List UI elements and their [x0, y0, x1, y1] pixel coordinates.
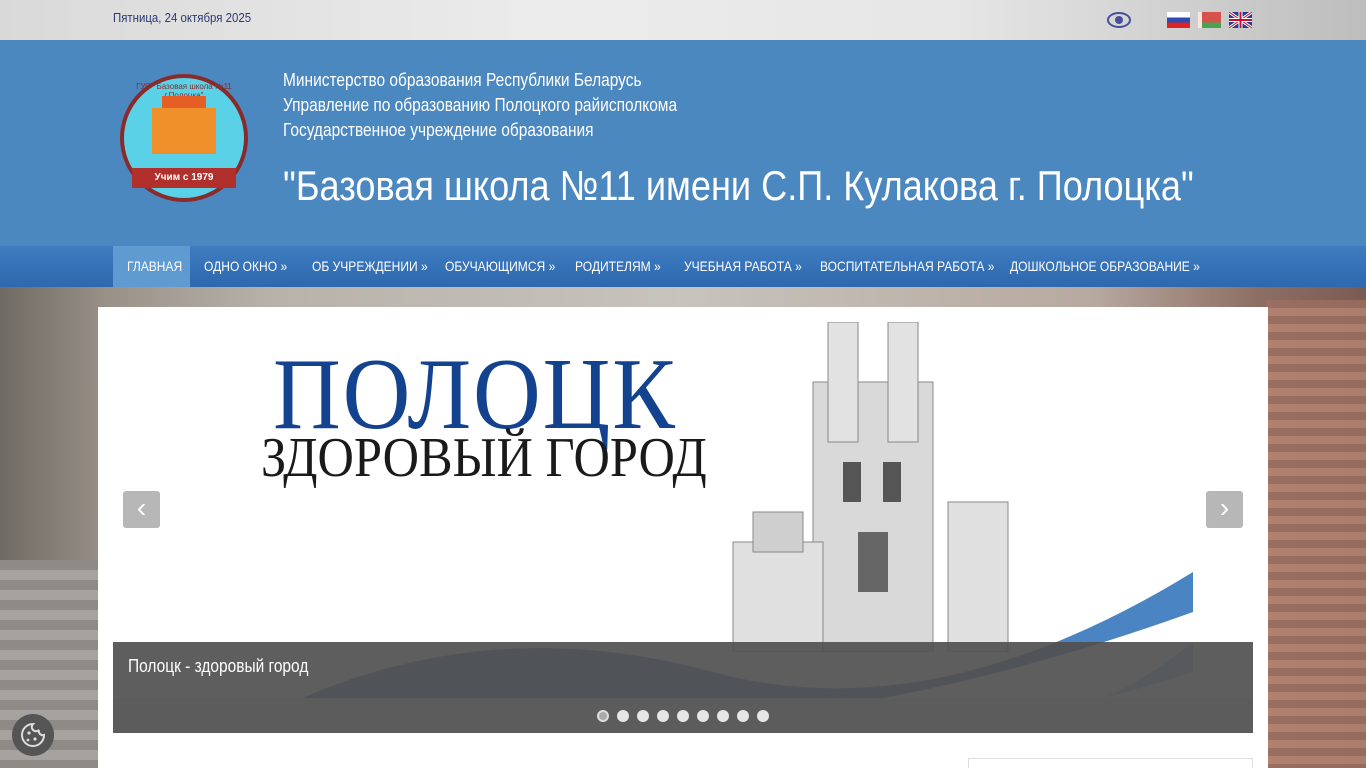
slider-next-button[interactable]: › [1206, 491, 1243, 528]
slide-caption-text: Полоцк - здоровый город [128, 656, 309, 676]
slider-dot[interactable] [617, 710, 629, 722]
nav-item-upbringing[interactable]: ВОСПИТАТЕЛЬНАЯ РАБОТА » [806, 246, 1023, 287]
slide-heading-healthy-city: ЗДОРОВЫЙ ГОРОД [261, 427, 707, 489]
nav-item-preschool[interactable]: ДОШКОЛЬНОЕ ОБРАЗОВАНИЕ » [996, 246, 1231, 287]
slider-dot[interactable] [637, 710, 649, 722]
by-flag-icon[interactable] [1198, 12, 1221, 28]
slider-pagination [113, 698, 1253, 733]
nav-item-students[interactable]: ОБУЧАЮЩИМСЯ » [431, 246, 573, 287]
top-bar: Пятница, 24 октября 2025 [0, 0, 1366, 40]
slider-dot[interactable] [717, 710, 729, 722]
logo-building [152, 108, 216, 154]
image-slider[interactable]: ПОЛОЦК ЗДОРОВЫЙ ГОРОД Полоцк - здоровый … [113, 322, 1253, 733]
slider-dot[interactable] [757, 710, 769, 722]
sidebar-box [968, 758, 1253, 768]
institution-type-line: Государственное учреждение образования [283, 120, 594, 140]
logo-ribbon: Учим с 1979 [132, 168, 236, 188]
slider-dot[interactable] [677, 710, 689, 722]
slider-dot[interactable] [737, 710, 749, 722]
nav-item-home[interactable]: ГЛАВНАЯ [113, 246, 190, 287]
background-brick-wall [1266, 300, 1366, 768]
site-title: "Базовая школа №11 имени С.П. Кулакова г… [283, 162, 1194, 209]
slider-dot[interactable] [657, 710, 669, 722]
slide-caption: Полоцк - здоровый город [113, 642, 1253, 698]
department-line: Управление по образованию Полоцкого райи… [283, 95, 678, 115]
cathedral-illustration [732, 322, 1009, 652]
current-date: Пятница, 24 октября 2025 [113, 10, 252, 25]
ru-flag-icon[interactable] [1167, 12, 1190, 28]
main-nav: ГЛАВНАЯ ОДНО ОКНО » ОБ УЧРЕЖДЕНИИ » ОБУЧ… [0, 246, 1366, 287]
slider-prev-button[interactable]: ‹ [123, 491, 160, 528]
slider-dot[interactable] [597, 710, 609, 722]
ministry-line: Министерство образования Республики Бела… [283, 70, 642, 90]
slider-dot[interactable] [697, 710, 709, 722]
school-logo[interactable]: ГУО "Базовая школа №11 г.Полоцка" Учим с… [120, 74, 248, 202]
nav-item-about[interactable]: ОБ УЧРЕЖДЕНИИ » [298, 246, 447, 287]
nav-item-academic[interactable]: УЧЕБНАЯ РАБОТА » [670, 246, 821, 287]
cookie-icon[interactable] [12, 714, 54, 756]
en-flag-icon[interactable] [1229, 12, 1252, 28]
eye-icon[interactable] [1107, 11, 1131, 29]
nav-item-parents[interactable]: РОДИТЕЛЯМ » [561, 246, 675, 287]
nav-item-one-window[interactable]: ОДНО ОКНО » [190, 246, 301, 287]
